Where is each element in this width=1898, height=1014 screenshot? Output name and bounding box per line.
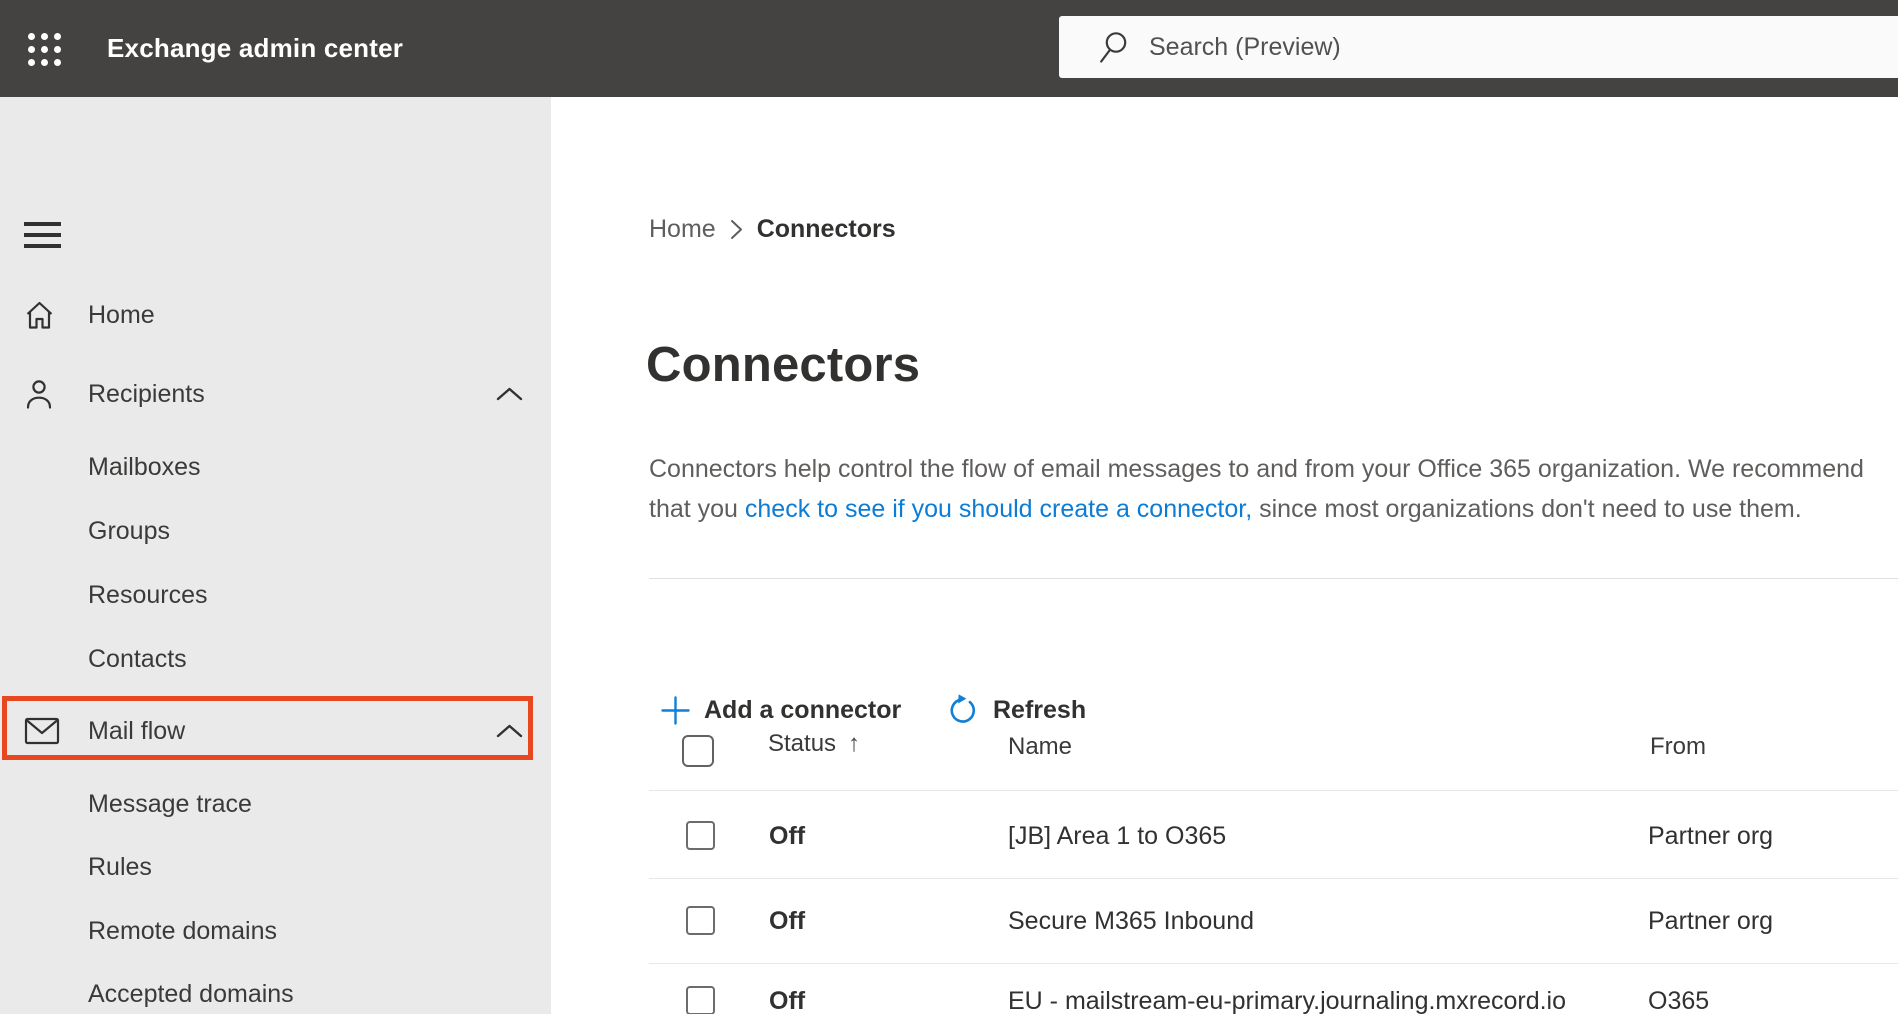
- select-all-checkbox[interactable]: [682, 735, 714, 767]
- cell-status: Off: [769, 822, 806, 850]
- breadcrumb-chevron-icon: [730, 220, 742, 239]
- row-checkbox[interactable]: [686, 906, 715, 935]
- sidebar-item-rules[interactable]: Rules: [0, 835, 551, 899]
- cell-name: Secure M365 Inbound: [1008, 907, 1255, 935]
- hamburger-menu-icon[interactable]: [24, 222, 62, 248]
- sidebar-item-label: Home: [88, 300, 155, 329]
- column-header-from[interactable]: From: [1650, 733, 1706, 761]
- sidebar-item-home[interactable]: Home: [0, 283, 551, 347]
- sidebar-item-resources[interactable]: Resources: [0, 563, 551, 627]
- create-connector-check-link[interactable]: check to see if you should create a conn…: [745, 495, 1252, 523]
- row-checkbox[interactable]: [686, 821, 715, 850]
- breadcrumb-current: Connectors: [756, 215, 896, 243]
- cell-from: O365: [1648, 987, 1710, 1014]
- home-icon: [24, 300, 60, 331]
- sidebar-item-label: Rules: [88, 852, 152, 881]
- search-input[interactable]: [1149, 27, 1898, 67]
- refresh-label: Refresh: [993, 695, 1087, 724]
- cell-status: Off: [769, 907, 806, 935]
- cell-name: EU - mailstream-eu-primary.journaling.mx…: [1008, 987, 1567, 1014]
- chevron-up-icon: [496, 380, 523, 409]
- cell-from: Partner org: [1648, 907, 1774, 935]
- sidebar-item-label: Accepted domains: [88, 979, 294, 1008]
- sidebar-item-label: Resources: [88, 580, 208, 609]
- add-connector-label: Add a connector: [704, 695, 902, 724]
- person-icon: [24, 378, 60, 410]
- sidebar-item-mail-flow[interactable]: Mail flow: [0, 699, 551, 763]
- description-text-after: since most organizations don't need to u…: [1252, 495, 1802, 523]
- page-title: Connectors: [646, 338, 921, 392]
- waffle-dots: [28, 32, 61, 66]
- sort-ascending-icon: ↑: [848, 730, 861, 757]
- sidebar-item-contacts[interactable]: Contacts: [0, 627, 551, 691]
- cell-status: Off: [769, 987, 806, 1014]
- main-content: Home Connectors Connectors Connectors he…: [551, 97, 1898, 1014]
- search-icon: [1100, 32, 1127, 63]
- toolbar-top-divider: [649, 578, 1898, 579]
- column-header-name[interactable]: Name: [1008, 733, 1072, 761]
- app-launcher-waffle-icon[interactable]: [20, 28, 76, 70]
- sidebar-item-accepted-domains[interactable]: Accepted domains: [0, 962, 551, 1014]
- envelope-icon: [24, 717, 60, 745]
- page-description: Connectors help control the flow of emai…: [649, 449, 1867, 529]
- add-connector-button[interactable]: Add a connector: [661, 687, 901, 733]
- sidebar-item-label: Recipients: [88, 379, 205, 408]
- app-title: Exchange admin center: [107, 33, 404, 63]
- row-divider: [649, 878, 1898, 879]
- row-divider: [649, 963, 1898, 964]
- sidebar-item-label: Remote domains: [88, 916, 277, 945]
- left-navigation: Home Recipients Mailboxes Groups Resourc…: [0, 97, 551, 1014]
- cell-name: [JB] Area 1 to O365: [1008, 822, 1227, 850]
- sidebar-item-recipients[interactable]: Recipients: [0, 362, 551, 426]
- chevron-up-icon: [496, 717, 523, 746]
- row-checkbox[interactable]: [686, 986, 715, 1014]
- sidebar-item-label: Message trace: [88, 789, 252, 818]
- cell-from: Partner org: [1648, 822, 1774, 850]
- breadcrumb: Home Connectors: [649, 215, 896, 244]
- refresh-button[interactable]: Refresh: [946, 687, 1086, 733]
- exchange-admin-center-window: Exchange admin center Home: [0, 0, 1898, 1014]
- plus-icon: [661, 695, 690, 725]
- sidebar-item-label: Groups: [88, 516, 170, 545]
- sidebar-item-remote-domains[interactable]: Remote domains: [0, 899, 551, 963]
- refresh-icon: [946, 693, 979, 727]
- sidebar-item-mailboxes[interactable]: Mailboxes: [0, 435, 551, 499]
- sidebar-item-message-trace[interactable]: Message trace: [0, 772, 551, 836]
- global-search[interactable]: [1059, 16, 1898, 78]
- column-header-status[interactable]: Status ↑: [768, 730, 860, 758]
- sidebar-item-label: Mail flow: [88, 716, 186, 745]
- header-divider: [649, 790, 1898, 791]
- breadcrumb-home-link[interactable]: Home: [649, 215, 716, 244]
- top-bar: Exchange admin center: [0, 0, 1898, 97]
- sidebar-item-label: Contacts: [88, 644, 187, 673]
- sidebar-item-groups[interactable]: Groups: [0, 499, 551, 563]
- sidebar-item-label: Mailboxes: [88, 452, 201, 481]
